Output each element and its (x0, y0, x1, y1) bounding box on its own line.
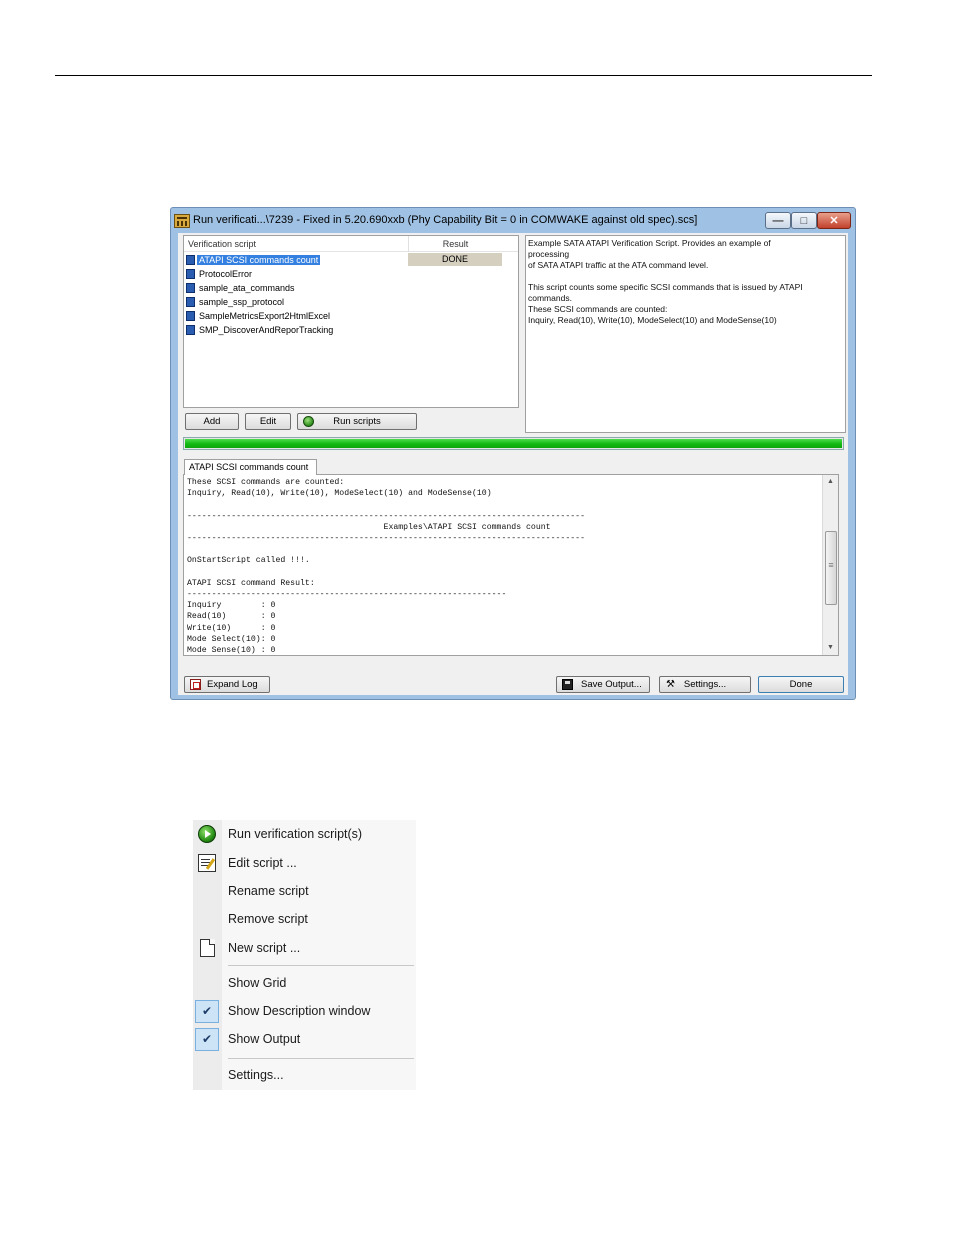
menu-separator (228, 965, 414, 966)
description-line: Inquiry, Read(10), Write(10), ModeSelect… (528, 315, 777, 325)
script-name: ATAPI SCSI commands count (197, 255, 321, 265)
done-label: Done (789, 679, 813, 690)
expand-log-button[interactable]: Expand Log (184, 676, 270, 693)
scroll-up-icon[interactable]: ▲ (823, 475, 838, 489)
script-name: SMP_DiscoverAndReporTracking (199, 325, 334, 335)
output-log[interactable]: These SCSI commands are counted: Inquiry… (183, 474, 839, 656)
script-row[interactable]: ATAPI SCSI commands count (186, 254, 321, 267)
menu-separator (228, 1058, 414, 1059)
progress-bar (183, 437, 844, 450)
description-line: processing (528, 249, 570, 259)
description-line: These SCSI commands are counted: (528, 304, 668, 314)
maximize-button[interactable]: □ (791, 212, 817, 229)
progress-bar-fill (185, 439, 842, 448)
run-icon (303, 416, 314, 427)
scroll-down-icon[interactable]: ▼ (823, 641, 838, 655)
settings-button[interactable]: ⚒ Settings... (659, 676, 751, 693)
expand-icon (190, 679, 201, 690)
script-name: ProtocolError (199, 269, 253, 279)
edit-button-label: Edit (259, 416, 277, 427)
menu-item-label: Rename script (228, 884, 309, 898)
menu-item-new[interactable]: New script ... (193, 936, 416, 960)
menu-item-label: Show Grid (228, 976, 287, 990)
menu-item-show-description[interactable]: ✔ Show Description window (193, 999, 416, 1023)
run-scripts-button[interactable]: Run scripts (297, 413, 417, 430)
script-row[interactable]: sample_ssp_protocol (186, 296, 286, 309)
script-result: DONE (408, 253, 502, 266)
script-list[interactable]: Verification script Result ATAPI SCSI co… (183, 235, 519, 408)
script-icon (186, 269, 195, 279)
scrollbar-thumb[interactable] (825, 531, 837, 605)
tab-output[interactable]: ATAPI SCSI commands count (184, 459, 317, 475)
script-icon (186, 283, 195, 293)
edit-script-icon (198, 854, 216, 872)
edit-button[interactable]: Edit (245, 413, 291, 430)
menu-item-remove[interactable]: Remove script (193, 907, 416, 931)
menu-item-label: Show Output (228, 1032, 301, 1046)
script-icon (186, 255, 195, 265)
output-log-text: These SCSI commands are counted: Inquiry… (187, 478, 585, 656)
context-menu: Run verification script(s) Edit script .… (193, 820, 416, 1090)
close-icon: ✕ (829, 215, 839, 227)
close-button[interactable]: ✕ (817, 212, 851, 229)
script-row[interactable]: ProtocolError (186, 268, 254, 281)
script-list-header: Verification script Result (184, 236, 518, 252)
menu-item-label: Run verification script(s) (228, 827, 363, 841)
description-line: commands. (528, 293, 572, 303)
output-scrollbar[interactable]: ▲ ▼ (822, 475, 838, 655)
run-scripts-label: Run scripts (333, 416, 381, 427)
save-output-button[interactable]: Save Output... (556, 676, 650, 693)
title-bar[interactable]: Run verificati...\7239 - Fixed in 5.20.6… (171, 208, 855, 234)
minimize-button[interactable]: — (765, 212, 791, 229)
script-name: sample_ssp_protocol (199, 297, 285, 307)
menu-item-show-output[interactable]: ✔ Show Output (193, 1027, 416, 1051)
dialog-client-area: Verification script Result ATAPI SCSI co… (178, 233, 848, 695)
app-icon (174, 214, 190, 228)
page-top-rule (55, 75, 872, 76)
menu-item-label: Settings... (228, 1068, 284, 1082)
script-row[interactable]: SampleMetricsExport2HtmlExcel (186, 310, 332, 323)
script-name: sample_ata_commands (199, 283, 295, 293)
checked-indicator: ✔ (195, 1028, 219, 1051)
add-button[interactable]: Add (185, 413, 239, 430)
menu-item-label: Edit script ... (228, 856, 297, 870)
description-line: of SATA ATAPI traffic at the ATA command… (528, 260, 709, 270)
description-line: This script counts some specific SCSI co… (528, 282, 803, 292)
script-row[interactable]: SMP_DiscoverAndReporTracking (186, 324, 335, 337)
settings-label: Settings... (683, 679, 727, 690)
checkmark-icon: ✔ (201, 1004, 213, 1018)
script-name: SampleMetricsExport2HtmlExcel (199, 311, 331, 321)
save-output-label: Save Output... (581, 679, 642, 690)
floppy-disk-icon (562, 679, 573, 690)
script-row[interactable]: sample_ata_commands (186, 282, 297, 295)
menu-item-show-grid[interactable]: Show Grid (193, 971, 416, 995)
script-icon (186, 325, 195, 335)
new-document-icon (200, 939, 215, 957)
tools-icon: ⚒ (666, 679, 675, 690)
menu-item-label: Show Description window (228, 1004, 371, 1018)
menu-item-label: Remove script (228, 912, 308, 926)
menu-item-run[interactable]: Run verification script(s) (193, 822, 416, 846)
done-button[interactable]: Done (758, 676, 844, 693)
add-button-label: Add (203, 416, 221, 427)
script-icon (186, 311, 195, 321)
maximize-icon: □ (800, 215, 808, 227)
description-line: Example SATA ATAPI Verification Script. … (528, 238, 771, 248)
menu-item-rename[interactable]: Rename script (193, 879, 416, 903)
run-icon (198, 825, 216, 843)
expand-log-label: Expand Log (207, 679, 258, 690)
description-panel[interactable]: Example SATA ATAPI Verification Script. … (525, 235, 846, 433)
run-verification-dialog: Run verificati...\7239 - Fixed in 5.20.6… (170, 207, 856, 700)
minimize-icon: — (772, 215, 784, 227)
checkmark-icon: ✔ (201, 1032, 213, 1046)
checked-indicator: ✔ (195, 1000, 219, 1023)
column-header-result[interactable]: Result (408, 236, 502, 252)
window-title: Run verificati...\7239 - Fixed in 5.20.6… (193, 214, 698, 226)
menu-item-edit[interactable]: Edit script ... (193, 851, 416, 875)
menu-item-label: New script ... (228, 941, 301, 955)
menu-item-settings[interactable]: Settings... (193, 1063, 416, 1087)
column-header-script[interactable]: Verification script (188, 239, 256, 249)
script-icon (186, 297, 195, 307)
